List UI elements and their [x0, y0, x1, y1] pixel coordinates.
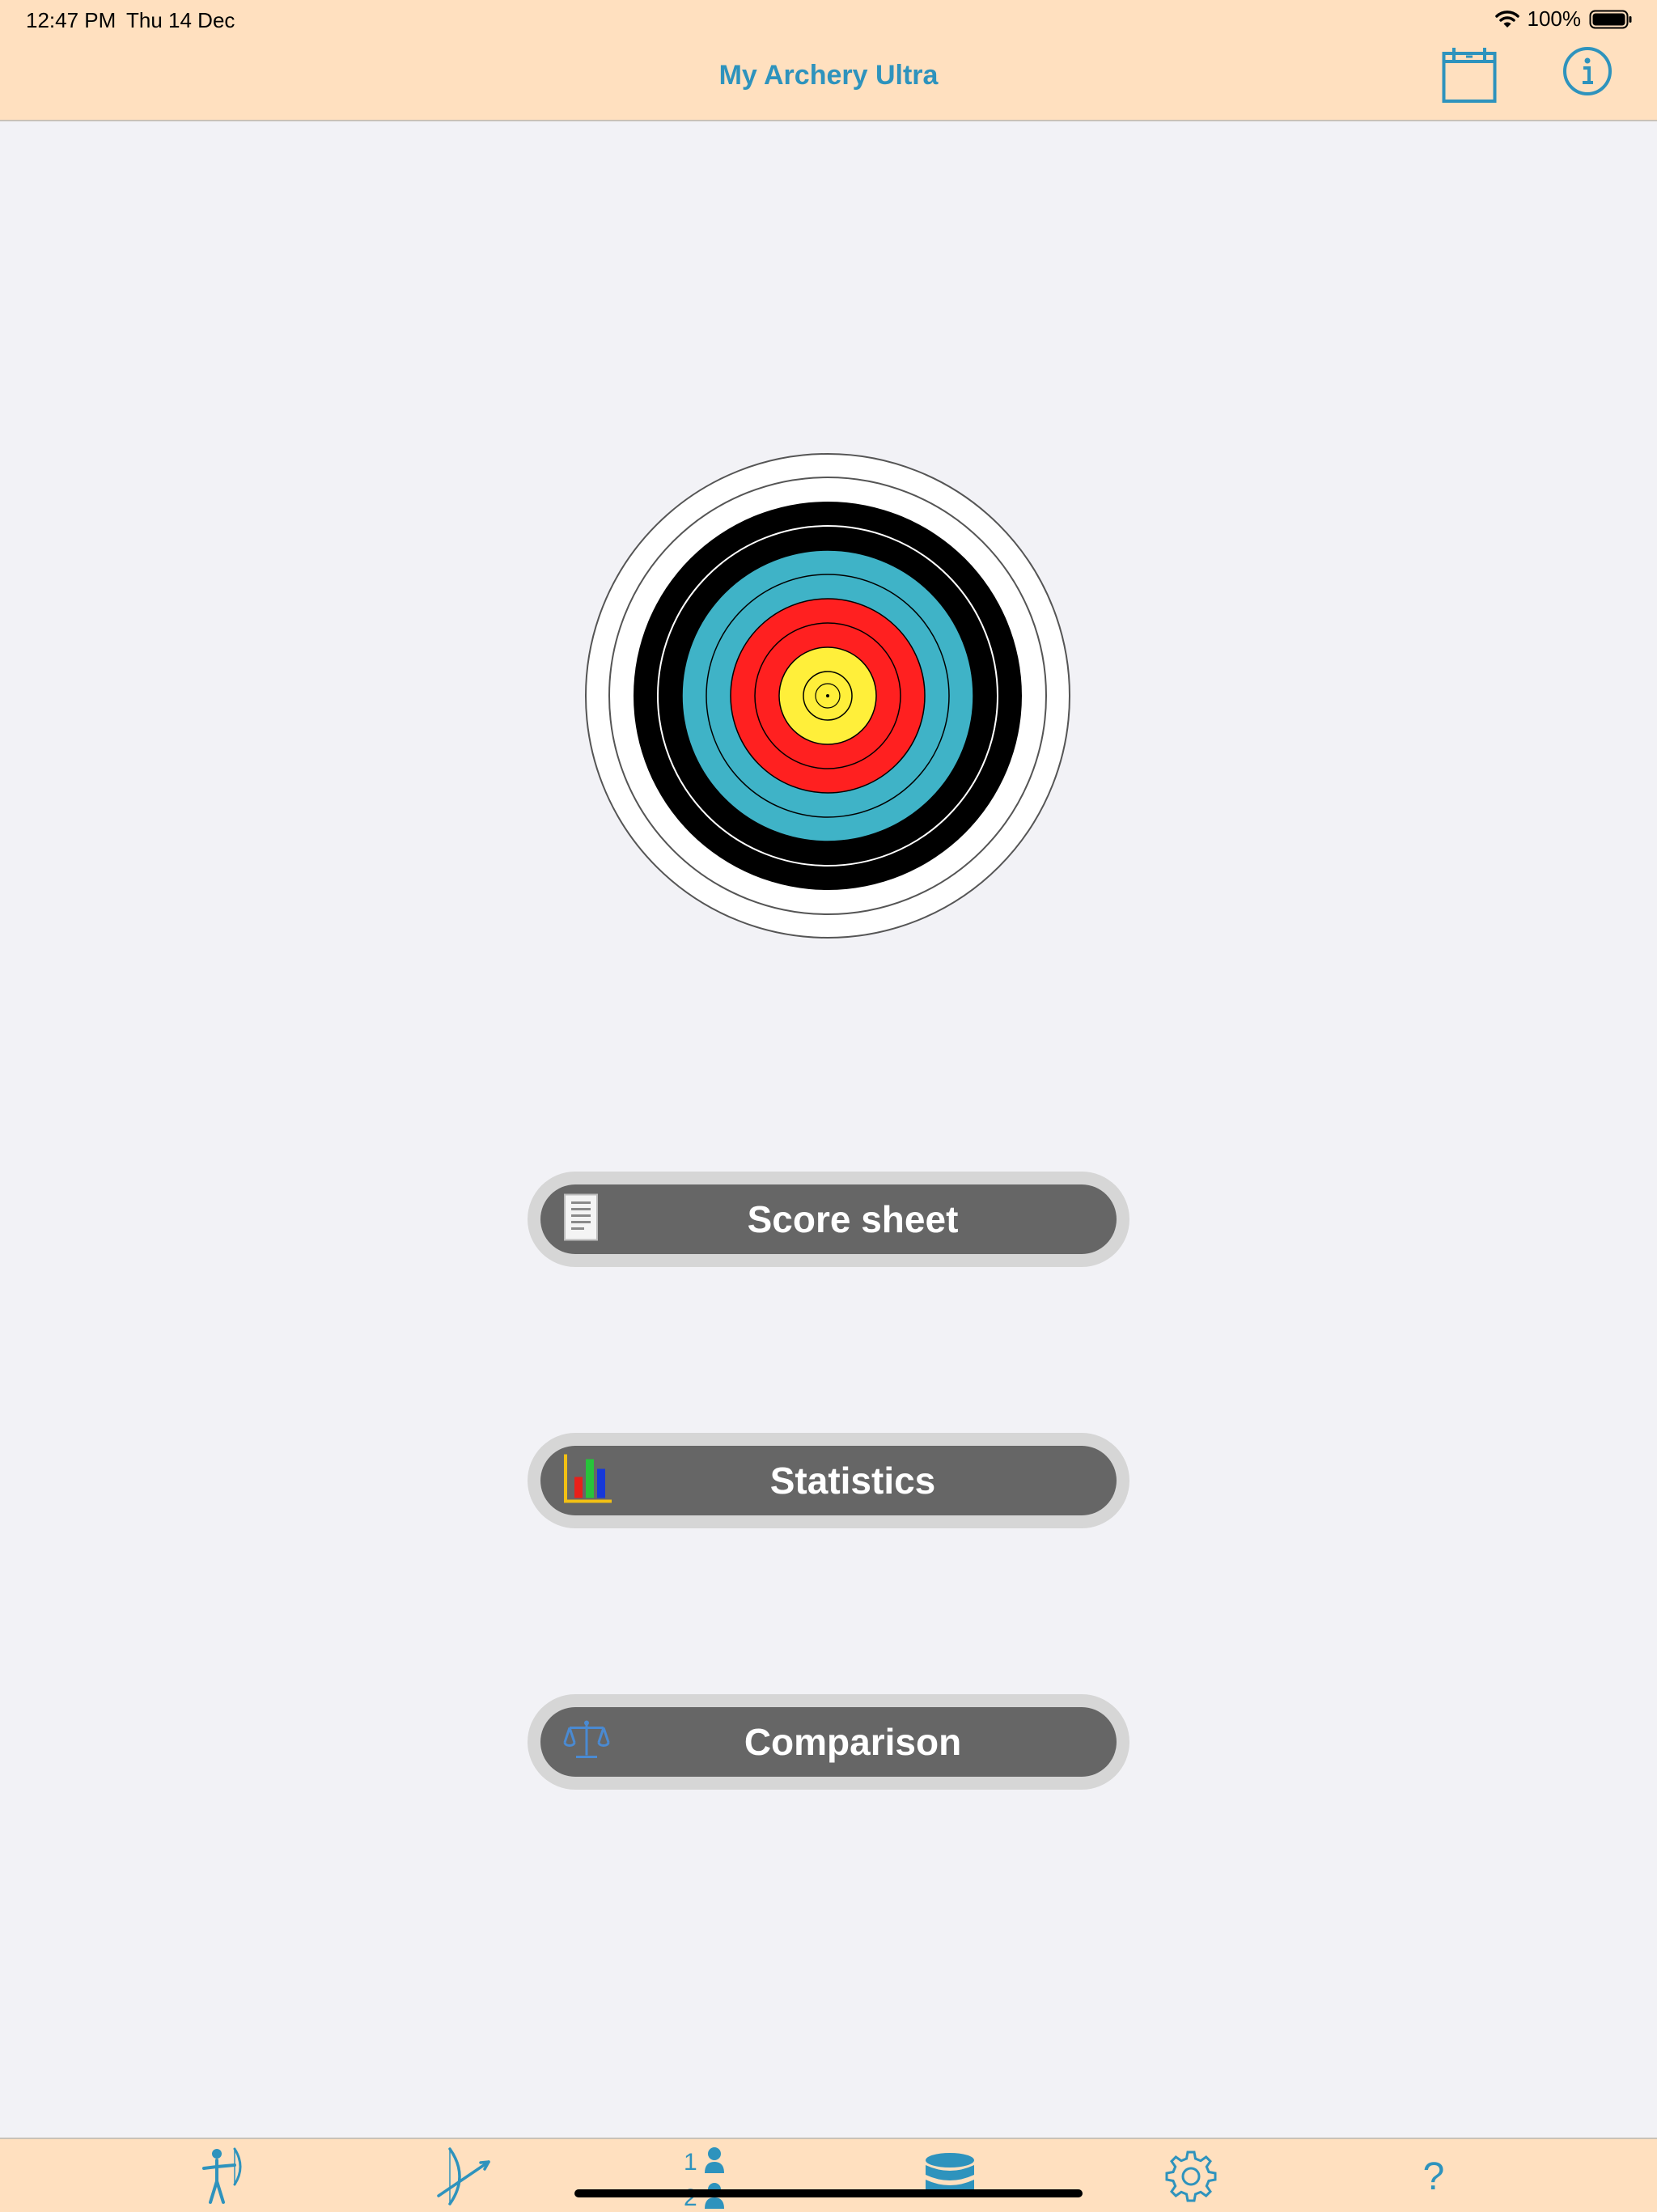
gear-icon: [1165, 2151, 1217, 2202]
page-title: My Archery Ultra: [718, 60, 939, 91]
target-face: [585, 453, 1070, 939]
wifi-icon: [1494, 10, 1519, 28]
calendar-icon: [1442, 48, 1497, 103]
tab-bar: 1 2 ?: [0, 2138, 1657, 2212]
help-icon: ?: [1422, 2155, 1445, 2198]
statistics-button[interactable]: Statistics: [528, 1433, 1129, 1528]
archer-icon: [202, 2147, 242, 2204]
comparison-button[interactable]: Comparison: [528, 1694, 1129, 1790]
archery-target: [583, 451, 1072, 940]
comparison-label: Comparison: [744, 1721, 962, 1763]
tab-ranking[interactable]: 1 2: [675, 2146, 740, 2209]
tab-bow[interactable]: [432, 2146, 497, 2207]
tab-database[interactable]: [917, 2146, 982, 2207]
score-sheet-button[interactable]: Score sheet: [528, 1172, 1129, 1267]
home-indicator[interactable]: [574, 2189, 1083, 2197]
status-right: 100%: [1494, 6, 1634, 32]
info-icon: [1563, 47, 1612, 95]
battery-icon: [1589, 10, 1632, 28]
calendar-button[interactable]: [1442, 45, 1497, 108]
tab-settings[interactable]: [1159, 2146, 1223, 2207]
ranking-icon: 1 2: [684, 2147, 724, 2209]
statistics-label: Statistics: [769, 1460, 936, 1502]
info-button[interactable]: [1562, 45, 1613, 101]
score-sheet-label: Score sheet: [747, 1198, 959, 1240]
bow-icon: [437, 2147, 490, 2206]
battery-percentage: 100%: [1527, 6, 1582, 31]
svg-text:1: 1: [684, 2149, 697, 2176]
tab-help[interactable]: ?: [1401, 2146, 1466, 2207]
top-bar: 12:47 PM Thu 14 Dec 100% My Archery Ultr…: [0, 0, 1657, 121]
status-time: 12:47 PM: [26, 8, 117, 32]
status-date: Thu 14 Dec: [126, 8, 235, 32]
tab-archer[interactable]: [191, 2146, 256, 2207]
